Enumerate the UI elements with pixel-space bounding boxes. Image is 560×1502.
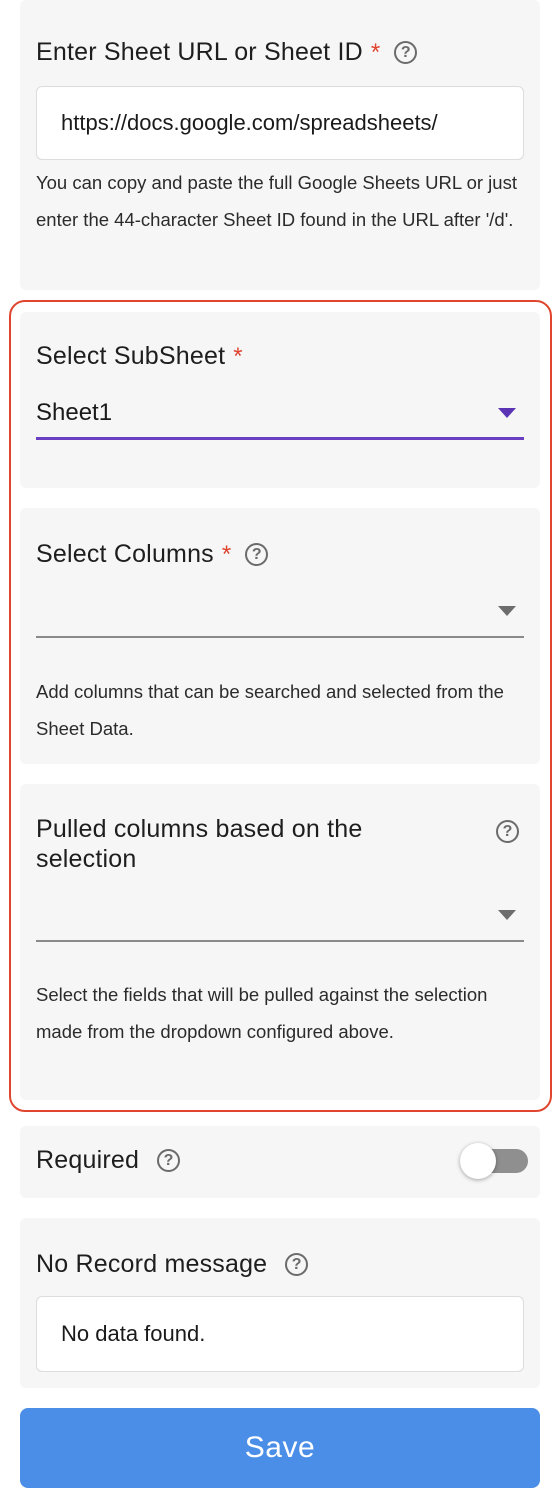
no-record-input[interactable]: No data found. [36,1296,524,1372]
save-button[interactable]: Save [20,1408,540,1488]
sheet-url-hint: You can copy and paste the full Google S… [36,172,517,230]
sheet-url-input[interactable]: https://docs.google.com/spreadsheets/ [36,86,524,160]
pulled-columns-hint: Select the fields that will be pulled ag… [36,984,488,1042]
pulled-columns-card: Pulled columns based on the selection ? … [20,784,540,1100]
chevron-down-icon[interactable] [498,910,516,920]
required-asterisk: * [370,38,381,66]
subsheet-card: Select SubSheet * Sheet1 [20,312,540,488]
help-circle-icon[interactable]: ? [394,41,418,64]
pulled-columns-label-line1: Pulled columns based on the [36,815,363,843]
columns-label-row: Select Columns * ? [36,540,269,569]
subsheet-selected-value: Sheet1 [36,398,113,426]
sheet-url-card: Enter Sheet URL or Sheet ID * ? https://… [20,0,540,290]
toggle-knob [460,1143,496,1179]
sheet-url-label: Enter Sheet URL or Sheet ID [36,38,363,66]
no-record-label-row: No Record message ? [36,1250,309,1279]
form-panel: Enter Sheet URL or Sheet ID * ? https://… [0,0,560,1502]
help-circle-icon[interactable]: ? [285,1253,309,1276]
required-label: Required [36,1146,140,1174]
columns-hint: Add columns that can be searched and sel… [36,681,504,739]
subsheet-label: Select SubSheet [36,342,226,370]
chevron-down-icon[interactable] [498,407,516,418]
columns-select[interactable] [36,586,524,638]
help-circle-icon[interactable]: ? [496,820,519,843]
chevron-down-icon[interactable] [498,606,516,616]
required-toggle[interactable] [458,1139,532,1181]
sheet-url-label-row: Enter Sheet URL or Sheet ID * ? [36,38,418,67]
pulled-columns-select[interactable] [36,890,524,942]
required-asterisk: * [221,540,232,568]
required-asterisk: * [233,342,243,370]
subsheet-select[interactable]: Sheet1 [36,388,524,440]
subsheet-label-row: Select SubSheet * [36,342,243,371]
no-record-card: No Record message ? No data found. [20,1218,540,1388]
columns-label: Select Columns [36,540,214,568]
help-circle-icon[interactable]: ? [157,1149,181,1172]
help-circle-icon[interactable]: ? [245,543,269,566]
required-label-row: Required ? [36,1146,181,1175]
columns-card: Select Columns * ? Add columns that can … [20,508,540,764]
pulled-columns-label-line2: selection [36,845,137,873]
pulled-columns-label: Pulled columns based on the selection [36,814,362,874]
no-record-label: No Record message [36,1250,268,1278]
